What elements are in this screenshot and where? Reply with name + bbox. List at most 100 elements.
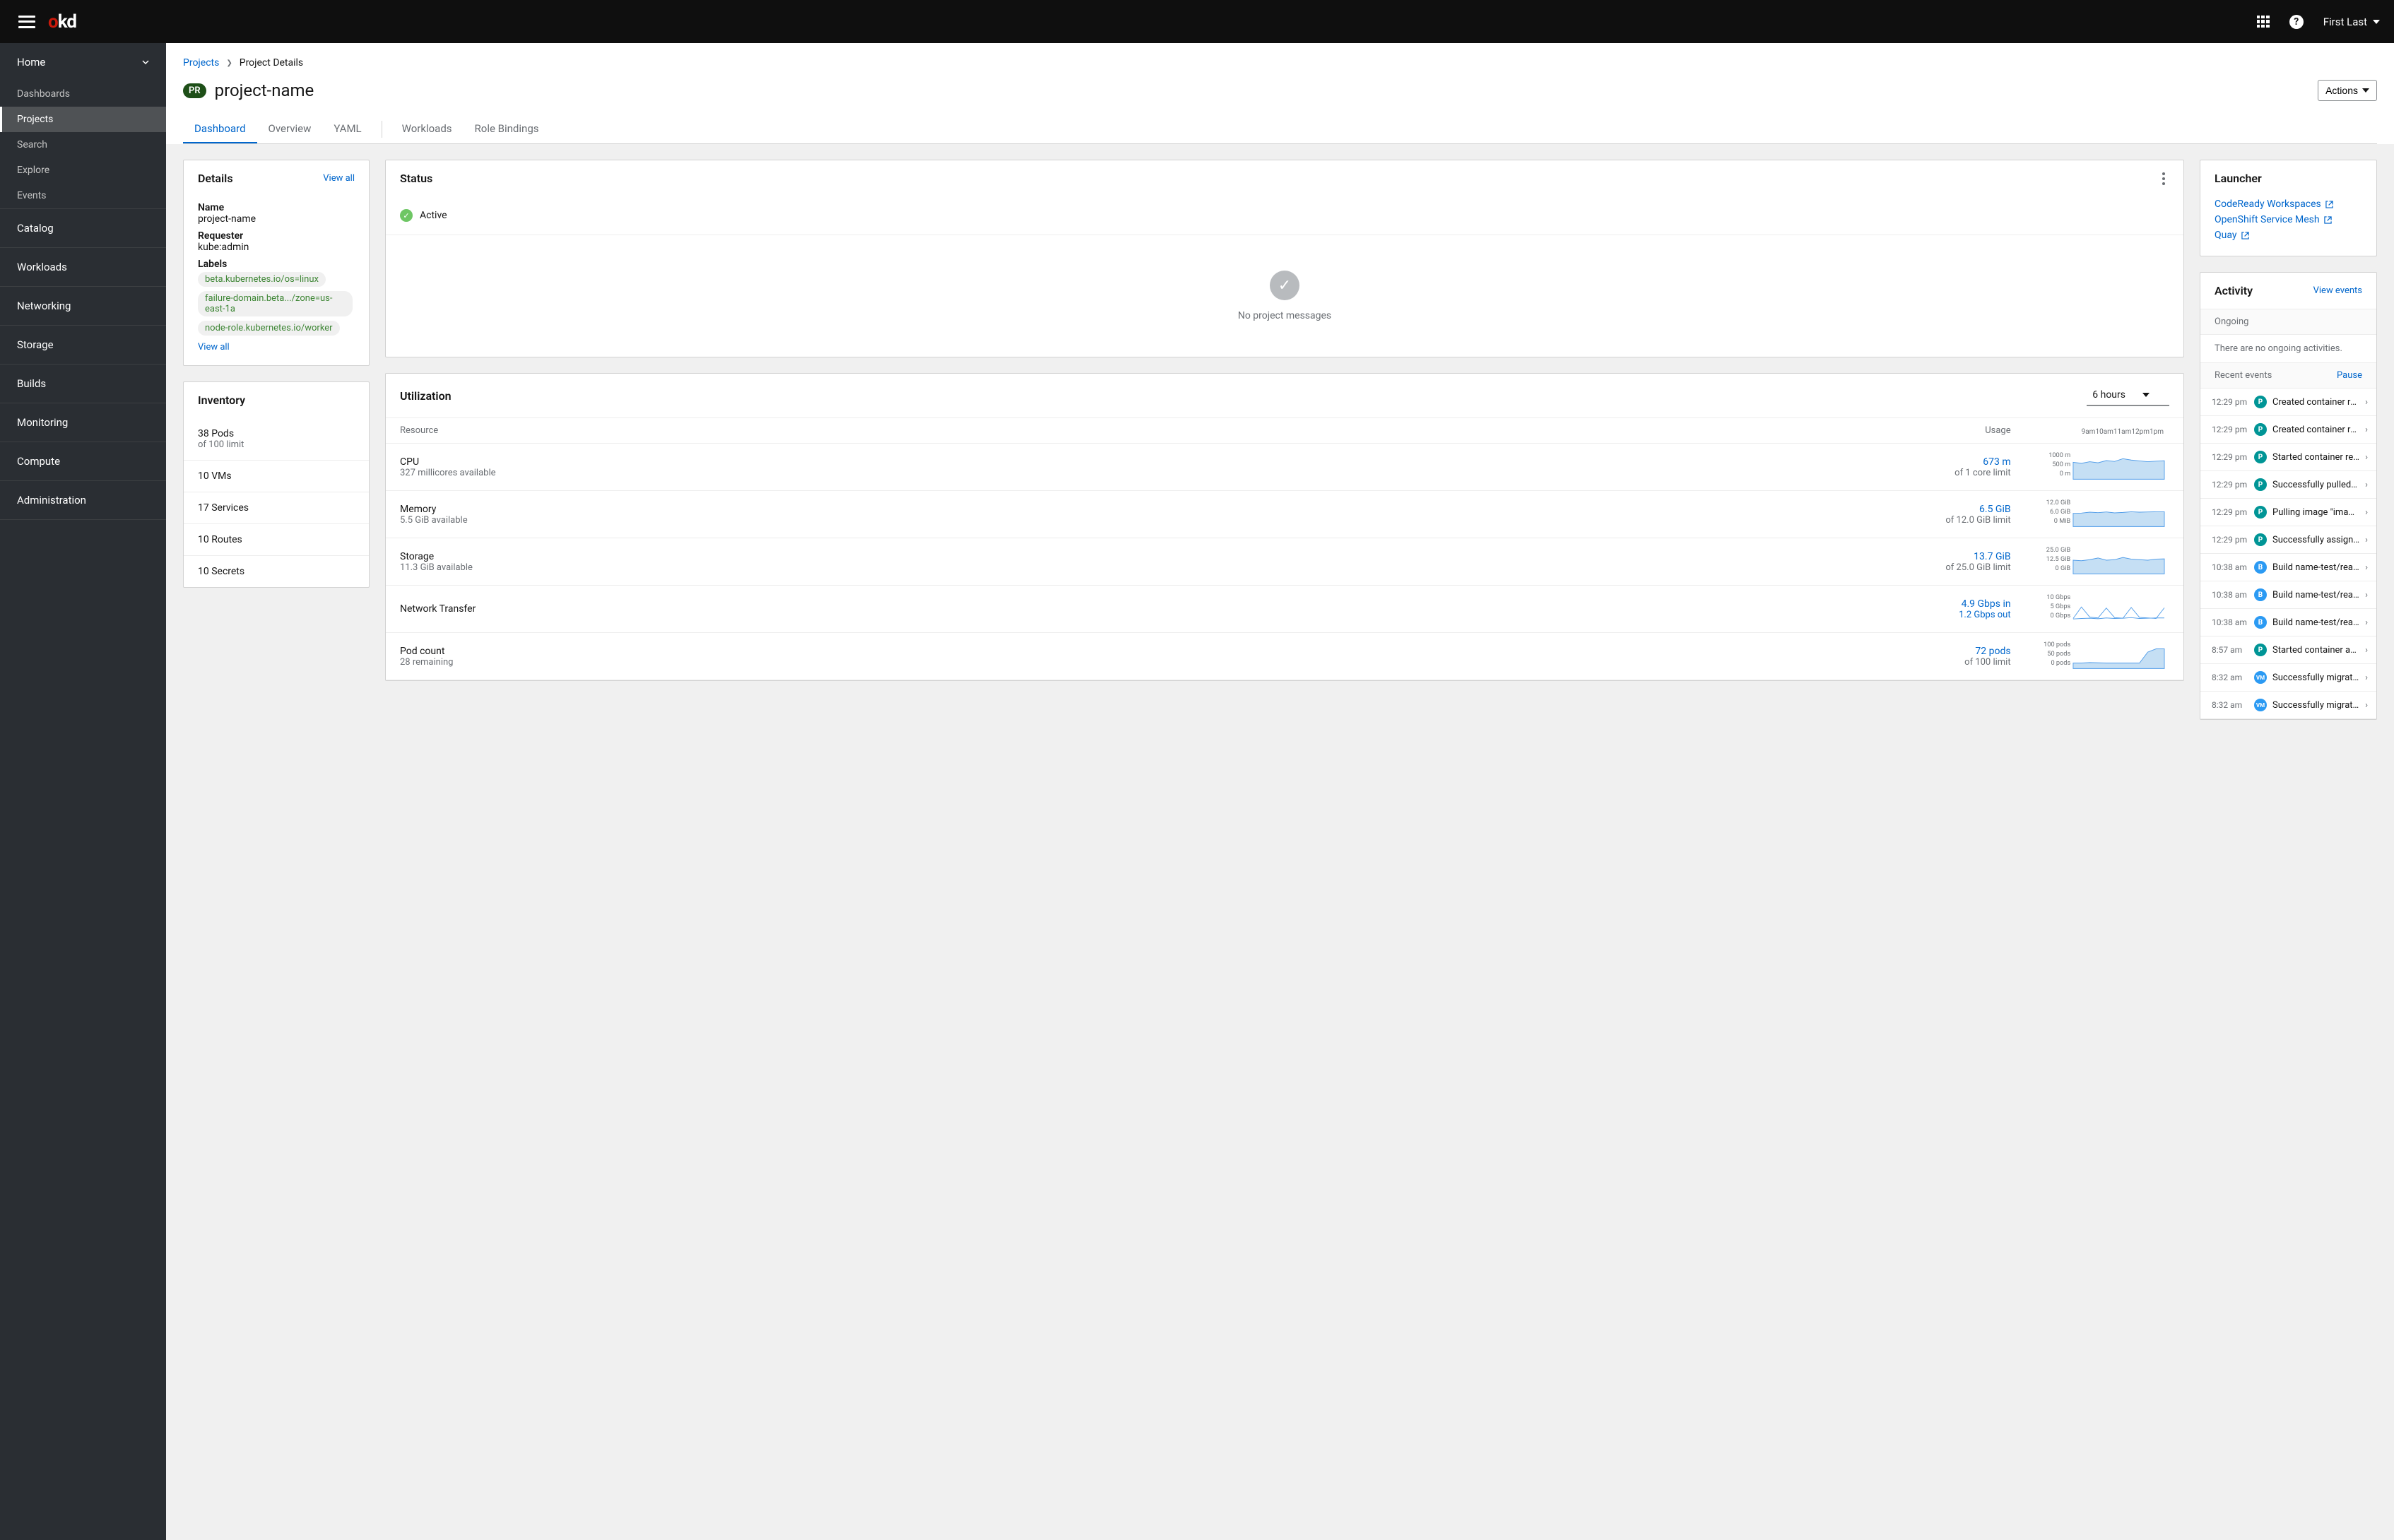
event-row[interactable]: 12:29 pmPStarted container reacta...› bbox=[2200, 444, 2376, 471]
requester-label: Requester bbox=[198, 230, 355, 242]
main-content: Projects ❯ Project Details PR project-na… bbox=[166, 43, 2394, 1540]
usage-header: Usage bbox=[1321, 418, 2025, 444]
chevron-down-icon bbox=[142, 59, 149, 66]
status-card: Status ✓ Active ✓ No project messages bbox=[385, 160, 2184, 357]
event-row[interactable]: 10:38 amBBuild name-test/react-we...› bbox=[2200, 609, 2376, 636]
breadcrumb-current: Project Details bbox=[240, 57, 303, 69]
event-row[interactable]: 8:32 amVMSuccessfully migrated V...› bbox=[2200, 692, 2376, 719]
event-row[interactable]: 8:32 amVMSuccessfully migrated V...› bbox=[2200, 664, 2376, 692]
tab-workloads[interactable]: Workloads bbox=[391, 115, 464, 143]
user-name: First Last bbox=[2323, 16, 2367, 28]
nav-item-dashboards[interactable]: Dashboards bbox=[0, 81, 166, 107]
usage-value[interactable]: 6.5 GiB bbox=[1979, 504, 2011, 515]
help-icon[interactable]: ? bbox=[2289, 15, 2304, 29]
event-time: 10:38 am bbox=[2212, 562, 2248, 572]
usage-value[interactable]: 673 m bbox=[1983, 456, 2010, 468]
label-chip[interactable]: beta.kubernetes.io/os=linux bbox=[198, 272, 326, 287]
inventory-row[interactable]: 17 Services bbox=[184, 492, 369, 523]
event-time: 12:29 pm bbox=[2212, 425, 2248, 434]
label-chip[interactable]: node-role.kubernetes.io/worker bbox=[198, 321, 340, 336]
check-circle-icon: ✓ bbox=[400, 209, 413, 222]
event-row[interactable]: 12:29 pmPSuccessfully pulled imag...› bbox=[2200, 471, 2376, 499]
event-text: Created container reacta... bbox=[2272, 425, 2359, 435]
resource-sub: 28 remaining bbox=[400, 657, 1307, 668]
launcher-link[interactable]: CodeReady Workspaces bbox=[2215, 196, 2362, 212]
event-text: Successfully migrated V... bbox=[2272, 673, 2359, 683]
event-time: 12:29 pm bbox=[2212, 535, 2248, 545]
event-text: Successfully migrated V... bbox=[2272, 700, 2359, 711]
chevron-right-icon: › bbox=[2365, 617, 2368, 628]
tab-role-bindings[interactable]: Role Bindings bbox=[464, 115, 550, 143]
nav-item-projects[interactable]: Projects bbox=[0, 107, 166, 132]
check-icon: ✓ bbox=[1270, 271, 1299, 300]
sparkline-chart: 25.0 GiB12.5 GiB0 GiB bbox=[2039, 545, 2169, 575]
nav-section-storage[interactable]: Storage bbox=[0, 326, 166, 364]
event-row[interactable]: 12:29 pmPCreated container reacta...› bbox=[2200, 416, 2376, 444]
user-menu[interactable]: First Last bbox=[2323, 16, 2380, 28]
name-value: project-name bbox=[198, 213, 355, 225]
actions-button[interactable]: Actions bbox=[2318, 80, 2377, 101]
labels-view-all[interactable]: View all bbox=[198, 342, 230, 353]
svg-text:100 pods: 100 pods bbox=[2044, 641, 2070, 648]
utilization-row: CPU327 millicores available673 mof 1 cor… bbox=[386, 444, 2183, 491]
event-badge: P bbox=[2254, 396, 2267, 408]
tab-dashboard[interactable]: Dashboard bbox=[183, 115, 257, 143]
inventory-row[interactable]: 10 Secrets bbox=[184, 555, 369, 587]
nav-item-explore[interactable]: Explore bbox=[0, 158, 166, 183]
utilization-card: Utilization 6 hours Resource Usage bbox=[385, 373, 2184, 681]
nav-section-builds[interactable]: Builds bbox=[0, 365, 166, 403]
event-row[interactable]: 12:29 pmPCreated container reacta...› bbox=[2200, 389, 2376, 416]
usage-value[interactable]: 4.9 Gbps in bbox=[1962, 598, 2011, 610]
nav-item-search[interactable]: Search bbox=[0, 132, 166, 158]
usage-sub: of 12.0 GiB limit bbox=[1335, 515, 2011, 526]
event-badge: B bbox=[2254, 616, 2267, 629]
inventory-row[interactable]: 10 VMs bbox=[184, 460, 369, 492]
tab-yaml[interactable]: YAML bbox=[322, 115, 372, 143]
logo[interactable]: okd bbox=[48, 11, 76, 32]
chevron-right-icon: › bbox=[2365, 645, 2368, 656]
event-row[interactable]: 12:29 pmPSuccessfully assigned ap...› bbox=[2200, 526, 2376, 554]
nav-section-administration[interactable]: Administration bbox=[0, 481, 166, 519]
usage-value[interactable]: 13.7 GiB bbox=[1974, 551, 2010, 562]
resource-name: Pod count bbox=[400, 646, 1307, 657]
details-view-all[interactable]: View all bbox=[323, 173, 355, 184]
nav-section-catalog[interactable]: Catalog bbox=[0, 209, 166, 247]
event-row[interactable]: 10:38 amBBuild name-test/react-we...› bbox=[2200, 581, 2376, 609]
time-label: 10am bbox=[2095, 428, 2113, 436]
inventory-row[interactable]: 10 Routes bbox=[184, 523, 369, 555]
pause-link[interactable]: Pause bbox=[2337, 370, 2362, 381]
nav-section-home[interactable]: Home bbox=[0, 43, 166, 81]
svg-text:0 Gbps: 0 Gbps bbox=[2050, 612, 2070, 620]
event-time: 12:29 pm bbox=[2212, 397, 2248, 407]
nav-section-monitoring[interactable]: Monitoring bbox=[0, 403, 166, 442]
svg-text:12.0 GiB: 12.0 GiB bbox=[2046, 499, 2070, 507]
breadcrumb-parent[interactable]: Projects bbox=[183, 57, 219, 69]
launcher-link[interactable]: OpenShift Service Mesh bbox=[2215, 212, 2362, 227]
nav-item-events[interactable]: Events bbox=[0, 183, 166, 208]
label-chip[interactable]: failure-domain.beta.../zone=us-east-1a bbox=[198, 291, 353, 316]
launcher-link[interactable]: Quay bbox=[2215, 227, 2362, 243]
inventory-row[interactable]: 38 Podsof 100 limit bbox=[184, 418, 369, 460]
resource-name: CPU bbox=[400, 456, 1307, 468]
sparkline-chart: 10 Gbps5 Gbps0 Gbps bbox=[2039, 593, 2169, 622]
event-time: 12:29 pm bbox=[2212, 452, 2248, 462]
event-row[interactable]: 8:57 amPStarted container appde...› bbox=[2200, 636, 2376, 664]
event-row[interactable]: 12:29 pmPPulling image "image-re...› bbox=[2200, 499, 2376, 526]
event-text: Created container reacta... bbox=[2272, 397, 2359, 408]
utilization-row: Network Transfer4.9 Gbps in1.2 Gbps out1… bbox=[386, 586, 2183, 633]
status-value: Active bbox=[420, 210, 447, 221]
resource-name: Storage bbox=[400, 551, 1307, 562]
chevron-right-icon: › bbox=[2365, 452, 2368, 463]
menu-toggle-icon[interactable] bbox=[18, 16, 35, 28]
app-launcher-icon[interactable] bbox=[2257, 16, 2270, 28]
nav-section-workloads[interactable]: Workloads bbox=[0, 248, 166, 286]
page-title: project-name bbox=[215, 81, 314, 100]
nav-section-networking[interactable]: Networking bbox=[0, 287, 166, 325]
usage-value[interactable]: 72 pods bbox=[1975, 646, 2010, 657]
nav-section-compute[interactable]: Compute bbox=[0, 442, 166, 480]
event-row[interactable]: 10:38 amBBuild name-test/react-we...› bbox=[2200, 554, 2376, 581]
view-events-link[interactable]: View events bbox=[2313, 285, 2362, 296]
time-range-select[interactable]: 6 hours bbox=[2087, 385, 2169, 406]
kebab-icon[interactable] bbox=[2158, 172, 2169, 185]
tab-overview[interactable]: Overview bbox=[257, 115, 323, 143]
